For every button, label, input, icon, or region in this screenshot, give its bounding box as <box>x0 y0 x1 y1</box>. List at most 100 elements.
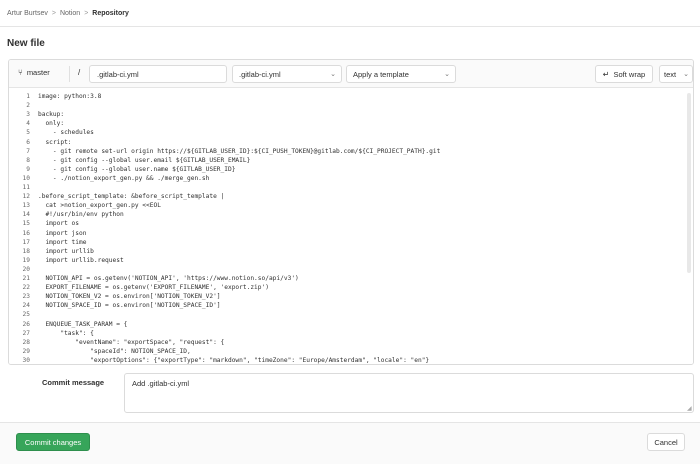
soft-wrap-label: Soft wrap <box>613 69 646 79</box>
commit-message-input[interactable]: Add .gitlab-ci.yml <box>124 373 694 413</box>
line-number: 6 <box>26 138 30 146</box>
code-line[interactable]: 20 <box>9 265 693 274</box>
line-text: backup: <box>38 111 65 119</box>
template-select[interactable]: Apply a template ⌄ <box>346 65 456 83</box>
file-type-value: .gitlab-ci.yml <box>239 69 281 79</box>
line-number: 7 <box>26 147 30 155</box>
cancel-button[interactable]: Cancel <box>647 433 685 451</box>
code-line[interactable]: 4 only: <box>9 119 693 128</box>
line-text: import urllib <box>38 247 94 255</box>
line-text: .before_script_template: &before_script_… <box>38 193 225 201</box>
code-line[interactable]: 23 NOTION_TOKEN_V2 = os.environ['NOTION_… <box>9 292 693 301</box>
line-number: 4 <box>26 120 30 128</box>
breadcrumb-separator: > <box>84 9 89 17</box>
chevron-down-icon: ⌄ <box>330 70 336 78</box>
code-line[interactable]: 17 import time <box>9 238 693 247</box>
code-line[interactable]: 7 - git remote set-url origin https://${… <box>9 147 693 156</box>
chevron-down-icon: ⌄ <box>444 70 450 78</box>
line-text: script: <box>38 138 72 146</box>
line-number: 14 <box>22 211 30 219</box>
line-number: 2 <box>26 102 30 110</box>
line-number: 28 <box>22 338 30 346</box>
line-number: 9 <box>26 165 30 173</box>
code-line[interactable]: 1 image: python:3.8 <box>9 92 693 101</box>
toolbar-divider <box>69 66 70 82</box>
code-line[interactable]: 13 cat >notion_export_gen.py <<EOL <box>9 201 693 210</box>
line-number: 17 <box>22 238 30 246</box>
breadcrumb-item-project[interactable]: Notion <box>60 10 80 17</box>
line-number: 5 <box>26 129 30 137</box>
path-separator: / <box>78 68 81 77</box>
line-text: import os <box>38 220 79 228</box>
code-line[interactable]: 18 import urllib <box>9 247 693 256</box>
line-text: import json <box>38 229 87 237</box>
line-number: 20 <box>22 265 30 273</box>
line-text: "task": { <box>38 329 94 337</box>
line-text: EXPORT_FILENAME = os.getenv('EXPORT_FILE… <box>38 284 269 292</box>
line-text: - git remote set-url origin https://${GI… <box>38 147 441 155</box>
line-text: - schedules <box>38 129 94 137</box>
line-text: NOTION_TOKEN_V2 = os.environ['NOTION_TOK… <box>38 293 221 301</box>
code-line[interactable]: 29 "spaceId": NOTION_SPACE_ID, <box>9 347 693 356</box>
code-line[interactable]: 19 import urllib.request <box>9 256 693 265</box>
code-line[interactable]: 15 import os <box>9 219 693 228</box>
line-text: NOTION_SPACE_ID = os.environ['NOTION_SPA… <box>38 302 221 310</box>
commit-changes-button[interactable]: Commit changes <box>16 433 90 451</box>
code-line[interactable]: 3 backup: <box>9 110 693 119</box>
code-line[interactable]: 24 NOTION_SPACE_ID = os.environ['NOTION_… <box>9 301 693 310</box>
code-line[interactable]: 11 <box>9 183 693 192</box>
line-text: ENQUEUE_TASK_PARAM = { <box>38 320 128 328</box>
code-line[interactable]: 27 "task": { <box>9 329 693 338</box>
filename-input[interactable] <box>89 65 227 83</box>
line-text: #!/usr/bin/env python <box>38 211 124 219</box>
code-line[interactable]: 25 <box>9 310 693 319</box>
code-line[interactable]: 12 .before_script_template: &before_scrip… <box>9 192 693 201</box>
code-line[interactable]: 6 script: <box>9 138 693 147</box>
line-number: 10 <box>22 174 30 182</box>
resize-grip-icon[interactable]: ◢ <box>687 405 692 412</box>
file-type-select[interactable]: .gitlab-ci.yml ⌄ <box>232 65 342 83</box>
editor-mode-value: text <box>664 69 677 79</box>
editor-mode-select[interactable]: text ⌄ <box>659 65 693 83</box>
line-number: 16 <box>22 229 30 237</box>
line-number: 22 <box>22 284 30 292</box>
template-placeholder: Apply a template <box>353 69 409 79</box>
code-line[interactable]: 22 EXPORT_FILENAME = os.getenv('EXPORT_F… <box>9 283 693 292</box>
line-text: only: <box>38 120 65 128</box>
line-text: import time <box>38 238 87 246</box>
line-number: 29 <box>22 347 30 355</box>
code-line[interactable]: 5 - schedules <box>9 128 693 137</box>
code-line[interactable]: 8 - git config --global user.email ${GIT… <box>9 156 693 165</box>
code-editor[interactable]: 1 image: python:3.8 2 3 backup: 4 only: 5 - sc… <box>9 89 693 364</box>
code-line[interactable]: 2 <box>9 101 693 110</box>
code-line[interactable]: 16 import json <box>9 229 693 238</box>
breadcrumb-item-user[interactable]: Artur Burtsev <box>7 10 48 17</box>
code-line[interactable]: 30 "exportOptions": {"exportType": "mark… <box>9 356 693 364</box>
file-editor: ⑂ master / .gitlab-ci.yml ⌄ Apply a temp… <box>8 59 694 365</box>
line-number: 18 <box>22 247 30 255</box>
line-number: 19 <box>22 256 30 264</box>
line-number: 15 <box>22 220 30 228</box>
line-text: - git config --global user.name ${GITLAB… <box>38 165 236 173</box>
code-line[interactable]: 9 - git config --global user.name ${GITL… <box>9 165 693 174</box>
soft-wrap-icon: ↵ <box>602 69 610 79</box>
header-divider <box>0 26 700 27</box>
line-number: 25 <box>22 311 30 319</box>
code-line[interactable]: 10 - ./notion_export_gen.py && ./merge_g… <box>9 174 693 183</box>
chevron-down-icon: ⌄ <box>683 70 689 78</box>
line-number: 3 <box>26 111 30 119</box>
code-line[interactable]: 14 #!/usr/bin/env python <box>9 210 693 219</box>
code-line[interactable]: 21 NOTION_API = os.getenv('NOTION_API', … <box>9 274 693 283</box>
line-number: 26 <box>22 320 30 328</box>
line-number: 23 <box>22 293 30 301</box>
line-number: 12 <box>22 193 30 201</box>
page-title: New file <box>7 38 45 49</box>
code-line[interactable]: 28 "eventName": "exportSpace", "request"… <box>9 338 693 347</box>
code-line[interactable]: 26 ENQUEUE_TASK_PARAM = { <box>9 320 693 329</box>
breadcrumb: Artur Burtsev > Notion > Repository <box>7 8 129 18</box>
line-number: 24 <box>22 302 30 310</box>
line-number: 27 <box>22 329 30 337</box>
form-footer: Commit changes Cancel <box>0 422 700 464</box>
breadcrumb-item-repository[interactable]: Repository <box>92 10 129 17</box>
soft-wrap-button[interactable]: ↵ Soft wrap <box>595 65 653 83</box>
